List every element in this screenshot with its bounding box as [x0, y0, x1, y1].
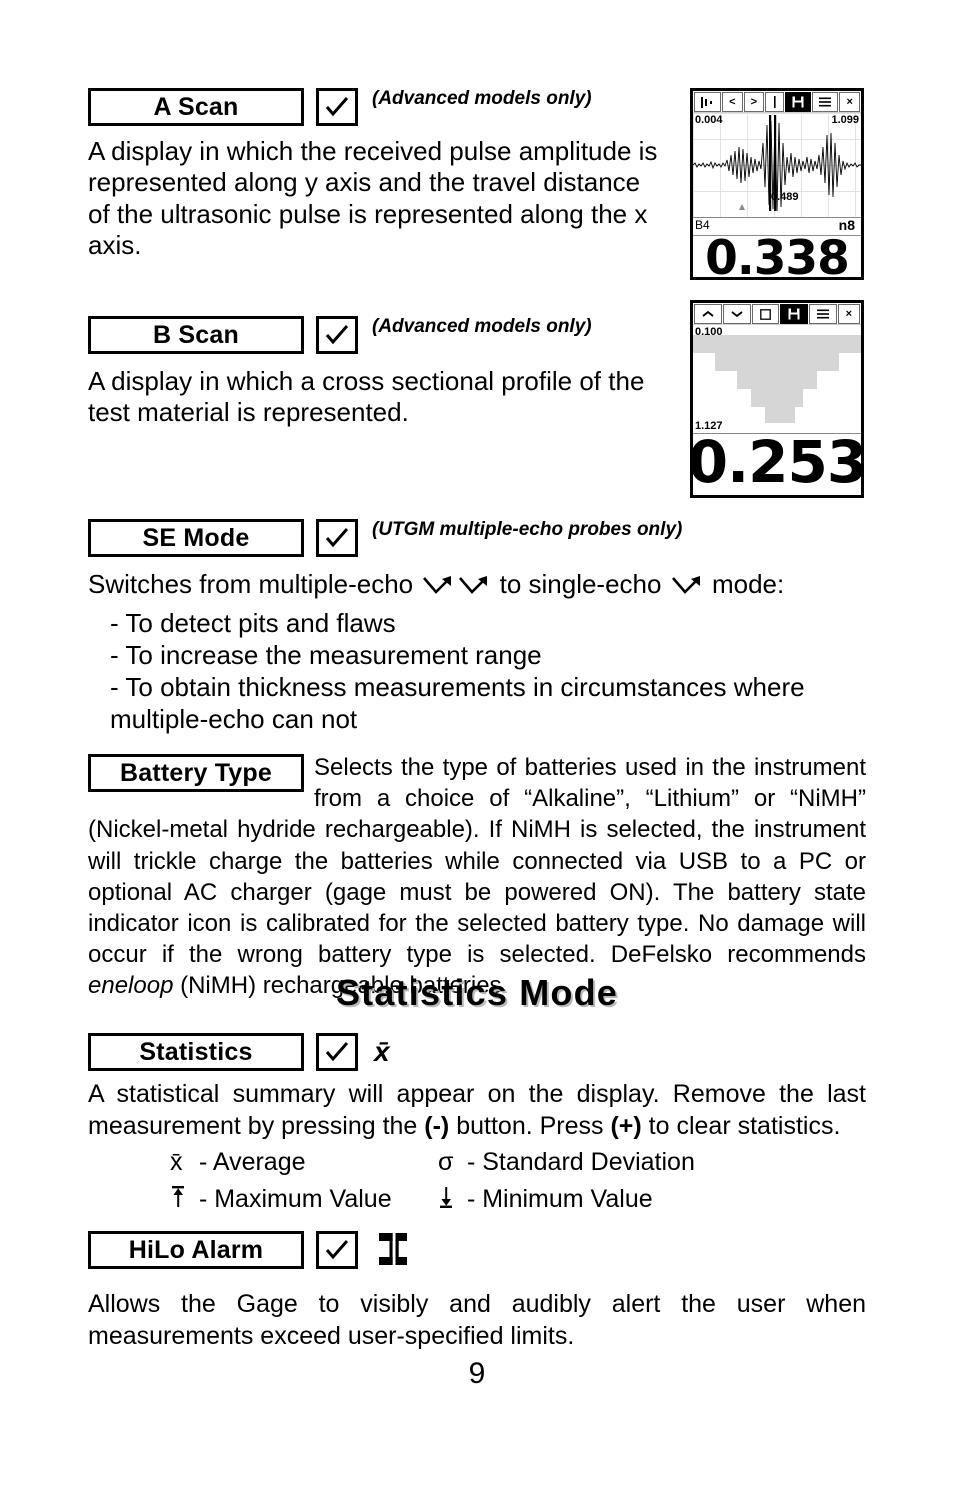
- toolbar-bars-icon[interactable]: [694, 92, 722, 112]
- statistics-symbol-legend: x̄ - Average σ - Standard Deviation - Ma…: [170, 1146, 870, 1216]
- statistics-checkbox[interactable]: [316, 1033, 358, 1071]
- a-scan-range-max: 1.099: [831, 114, 859, 126]
- hilo-alarm-label: HiLo Alarm: [88, 1231, 304, 1269]
- legend-minimum-label: - Minimum Value: [466, 1185, 653, 1213]
- a-scan-gage-toolbar[interactable]: < > ×: [693, 91, 861, 113]
- a-scan-status-left: B4: [695, 218, 710, 232]
- section-a-scan: A Scan (Advanced models only) A display …: [88, 88, 668, 262]
- toolbar-prev-icon[interactable]: <: [722, 92, 743, 112]
- se-mode-header-row: SE Mode (UTGM multiple-echo probes only): [88, 519, 878, 557]
- b-scan-gage-screenshot: × 0.100 1.127 0.253: [690, 300, 864, 498]
- b-scan-gage-toolbar[interactable]: ×: [693, 303, 861, 325]
- b-scan-header-row: B Scan (Advanced models only): [88, 316, 668, 354]
- statistics-label: Statistics: [88, 1033, 304, 1071]
- a-scan-note: (Advanced models only): [372, 88, 592, 109]
- x-bar-average-icon: x̄: [374, 1036, 390, 1067]
- hilo-alarm-description: Allows the Gage to visibly and audibly a…: [88, 1290, 866, 1350]
- a-scan-description: A display in which the received pulse am…: [88, 136, 658, 261]
- a-scan-header-row: A Scan (Advanced models only): [88, 88, 668, 126]
- b-scan-range-min: 0.100: [695, 326, 723, 338]
- a-scan-label: A Scan: [88, 88, 304, 126]
- legend-std-dev: σ - Standard Deviation: [438, 1146, 838, 1179]
- multiple-echo-icon-2: [458, 573, 490, 604]
- list-item: - To increase the measurement range: [110, 640, 542, 671]
- b-scan-profile-shape: [693, 335, 861, 423]
- list-item: - To detect pits and flaws: [110, 608, 396, 639]
- toolbar-square-icon[interactable]: [751, 304, 779, 324]
- single-echo-icon: [671, 573, 703, 604]
- max-value-icon: [170, 1185, 192, 1218]
- toolbar-close-icon[interactable]: ×: [837, 304, 860, 324]
- toolbar-menu-icon[interactable]: [812, 92, 839, 112]
- a-scan-gate-value: 0.489: [771, 191, 799, 203]
- b-scan-range-max: 1.127: [695, 420, 723, 432]
- list-item: - To obtain thickness measurements in ci…: [110, 671, 812, 734]
- manual-page: A Scan (Advanced models only) A display …: [0, 0, 954, 1491]
- section-battery-type: Battery Type Selects the type of batteri…: [88, 752, 866, 1002]
- toolbar-save-icon[interactable]: [779, 304, 808, 324]
- b-scan-reading: 0.253: [690, 427, 864, 496]
- page-number: 9: [468, 1357, 486, 1390]
- statistics-description: A statistical summary will appear on the…: [88, 1079, 866, 1142]
- hilo-alarm-checkbox[interactable]: [316, 1231, 358, 1269]
- legend-maximum-label: - Maximum Value: [198, 1185, 392, 1213]
- a-scan-status-bar: B4 n8: [693, 217, 861, 236]
- statistics-desc-3: to clear statistics.: [641, 1111, 841, 1140]
- b-scan-description: A display in which a cross sectional pro…: [88, 366, 645, 428]
- se-mode-label: SE Mode: [88, 519, 304, 557]
- minus-button-label: (-): [424, 1111, 450, 1140]
- a-scan-checkbox[interactable]: [316, 88, 358, 126]
- min-value-icon: [438, 1185, 460, 1218]
- se-mode-note: (UTGM multiple-echo probes only): [372, 519, 683, 540]
- se-mode-lead-3: mode:: [711, 569, 785, 599]
- se-mode-lead-line: Switches from multiple-echo to single-ec…: [88, 569, 878, 604]
- toolbar-up-icon[interactable]: [694, 304, 722, 324]
- section-se-mode: SE Mode (UTGM multiple-echo probes only)…: [88, 519, 878, 735]
- b-scan-note: (Advanced models only): [372, 316, 592, 337]
- toolbar-menu-icon[interactable]: [808, 304, 837, 324]
- legend-minimum: - Minimum Value: [438, 1183, 838, 1216]
- x-bar-icon: x̄: [170, 1148, 183, 1176]
- a-scan-range-min: 0.004: [695, 114, 723, 126]
- legend-average: x̄ - Average: [170, 1146, 438, 1179]
- battery-type-label: Battery Type: [88, 754, 304, 792]
- b-scan-checkbox[interactable]: [316, 316, 358, 354]
- toolbar-down-icon[interactable]: [722, 304, 751, 324]
- section-hilo-alarm: HiLo Alarm Allows the Gage to visibly an…: [88, 1231, 878, 1352]
- b-scan-profile-plot: 0.100 1.127: [693, 325, 861, 434]
- legend-row: - Maximum Value - Minimum Value: [170, 1183, 870, 1216]
- b-scan-label: B Scan: [88, 316, 304, 354]
- toolbar-close-icon[interactable]: ×: [839, 92, 860, 112]
- legend-row: x̄ - Average σ - Standard Deviation: [170, 1146, 870, 1179]
- toolbar-next-icon[interactable]: >: [743, 92, 765, 112]
- hilo-alarm-icon: [376, 1231, 410, 1272]
- se-mode-checkbox[interactable]: [316, 519, 358, 557]
- a-scan-reading-value: 0.338: [705, 231, 850, 280]
- statistics-header-row: Statistics x̄: [88, 1033, 878, 1071]
- section-b-scan: B Scan (Advanced models only) A display …: [88, 316, 668, 429]
- multiple-echo-icon: [422, 573, 454, 604]
- a-scan-status-right: n8: [838, 217, 855, 233]
- plus-button-label: (+): [610, 1111, 642, 1140]
- b-scan-reading-value: 0.253: [690, 427, 864, 496]
- a-scan-reading: 0.338: [693, 231, 861, 280]
- legend-maximum: - Maximum Value: [170, 1183, 438, 1216]
- toolbar-cursor-icon[interactable]: [765, 92, 785, 112]
- legend-average-label: - Average: [198, 1148, 306, 1176]
- toolbar-save-icon[interactable]: [785, 92, 812, 112]
- a-scan-waveform-plot: 0.004 1.099 0.489: [693, 113, 861, 218]
- legend-std-dev-label: - Standard Deviation: [466, 1148, 695, 1176]
- a-scan-gage-screenshot: < > × 0.004 1.099 0.489 B4 n8 0.338: [690, 88, 864, 280]
- se-mode-lead-2: to single-echo: [499, 569, 662, 599]
- se-mode-bullet-list: - To detect pits and flaws - To increase…: [110, 608, 878, 735]
- sigma-icon: σ: [438, 1148, 454, 1176]
- se-mode-lead-1: Switches from multiple-echo: [88, 569, 414, 599]
- section-statistics: Statistics x̄ A statistical summary will…: [88, 1033, 878, 1142]
- page-title: Statistics Mode: [335, 972, 619, 1013]
- hilo-alarm-header-row: HiLo Alarm: [88, 1231, 878, 1272]
- statistics-desc-2: button. Press: [449, 1111, 611, 1140]
